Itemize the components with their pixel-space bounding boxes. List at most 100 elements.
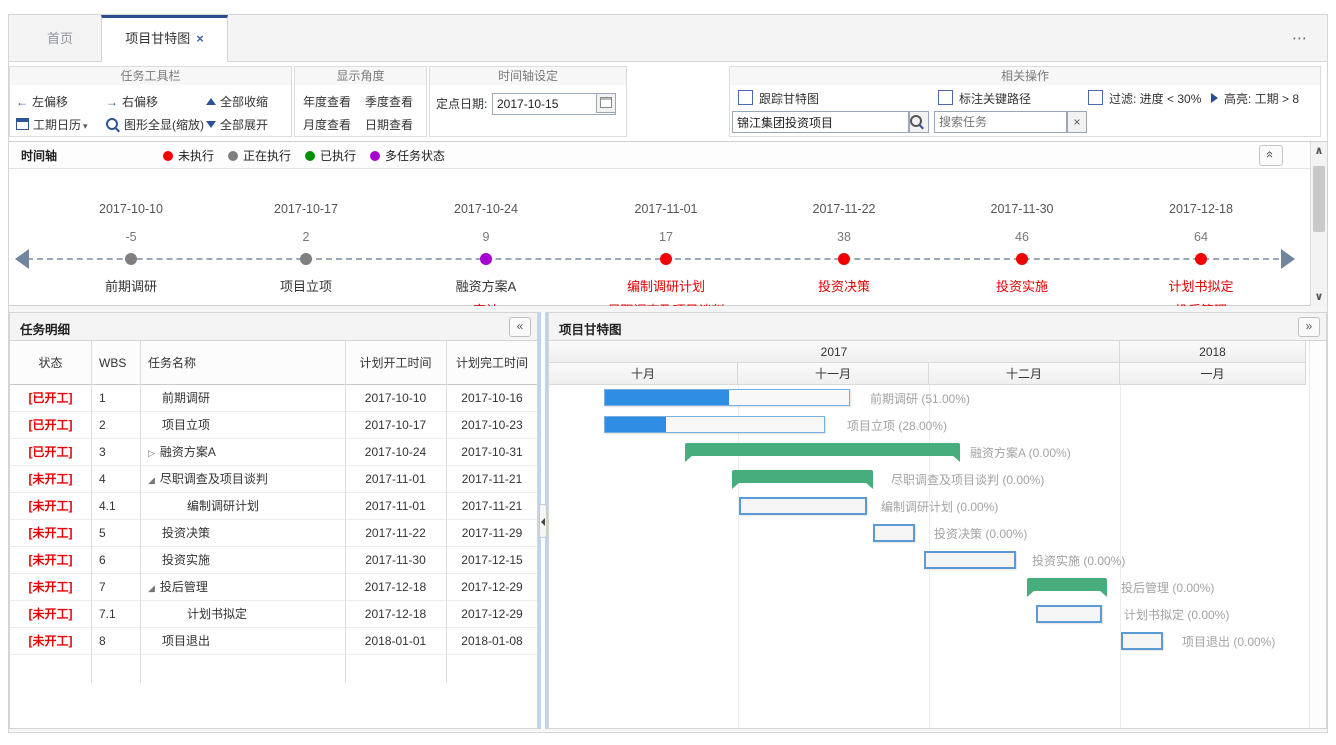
toolbar-group-timeline-setting: 时间轴设定 定点日期: [429,66,627,137]
divider-collapse-handle[interactable] [539,504,547,538]
task-start-date: 2017-10-10 [345,385,446,412]
gantt-bar-empty[interactable] [1036,605,1102,623]
gantt-bar-empty[interactable] [739,497,867,515]
gantt-month-cell[interactable]: 一月 [1120,363,1306,385]
gantt-panel-expand-button[interactable]: » [1298,317,1320,337]
table-row[interactable]: [未开工]5投资决策2017-11-222017-11-29 [10,520,537,547]
timeline-legend: 未执行正在执行已执行多任务状态 [149,147,445,164]
gantt-month-row: 十月十一月十二月一月 [549,363,1306,385]
gantt-bar-summary[interactable] [685,443,960,456]
gantt-month-cell[interactable]: 十二月 [929,363,1120,385]
tree-expanded-icon[interactable]: ◢ [148,583,155,593]
table-row[interactable]: [未开工]4.1编制调研计划2017-11-012017-11-21 [10,493,537,520]
mark-critical-path-checkbox[interactable]: 标注关键路径 [938,89,1031,109]
column-header-4[interactable]: 计划完工时间 [446,341,538,385]
gantt-bar-progress[interactable] [604,389,850,406]
milestone-dot-icon[interactable] [660,253,672,265]
tab-close-icon[interactable]: × [196,31,204,46]
task-search-input[interactable] [935,112,1066,132]
split-divider[interactable] [538,312,548,729]
column-separator [140,385,141,683]
project-search-button[interactable] [909,111,929,133]
task-detail-panel: 任务明细 « 状态WBS任务名称计划开工时间计划完工时间 [已开工]1前期调研2… [9,312,538,729]
column-header-3[interactable]: 计划开工时间 [345,341,446,385]
table-row[interactable]: [未开工]8项目退出2018-01-012018-01-08 [10,628,537,655]
table-row[interactable]: [已开工]3▷融资方案A2017-10-242017-10-31 [10,439,537,466]
task-name: ◢尽职调查及项目谈判 [148,466,345,493]
zoom-fit-button[interactable]: 图形全显(缩放) [106,115,204,135]
milestone-label: 融资方案A [456,276,517,295]
task-end-date: 2017-12-15 [446,547,537,574]
milestone-dot-icon[interactable] [1016,253,1028,265]
milestone-dot-icon[interactable] [300,253,312,265]
timeline-collapse-button[interactable]: « [1259,145,1283,166]
triangle-up-icon [206,98,216,105]
anchor-date-calendar-button[interactable] [596,93,616,113]
tree-expanded-icon[interactable]: ◢ [148,475,155,485]
tab-gantt[interactable]: 项目甘特图× [101,15,228,63]
milestone-dot-icon[interactable] [480,253,492,265]
track-gantt-checkbox[interactable]: 跟踪甘特图 [738,89,819,109]
column-header-2[interactable]: 任务名称 [140,341,345,385]
task-search-clear-button[interactable]: × [1067,111,1087,133]
milestone-dot-icon[interactable] [1195,253,1207,265]
task-end-date: 2018-01-08 [446,628,537,655]
table-row[interactable]: [未开工]7.1计划书拟定2017-12-182017-12-29 [10,601,537,628]
shift-left-button[interactable]: ←左偏移 [16,92,68,112]
table-row[interactable]: [未开工]4◢尽职调查及项目谈判2017-11-012017-11-21 [10,466,537,493]
table-row[interactable]: [未开工]6投资实施2017-11-302017-12-15 [10,547,537,574]
view-year-button[interactable]: 年度查看 [303,92,351,112]
scroll-thumb[interactable] [1313,166,1325,232]
gantt-chart-body: 前期调研 (51.00%)项目立项 (28.00%)融资方案A (0.00%)尽… [549,385,1306,728]
gantt-month-cell[interactable]: 十一月 [738,363,929,385]
task-wbs: 7 [99,574,140,601]
double-chevron-up-icon: « [1262,151,1279,158]
expand-all-button[interactable]: 全部展开 [206,115,268,135]
task-wbs: 8 [99,628,140,655]
view-quarter-button[interactable]: 季度查看 [365,92,413,112]
play-triangle-icon [1211,93,1218,103]
table-row[interactable]: [已开工]2项目立项2017-10-172017-10-23 [10,412,537,439]
checkbox-icon [738,90,753,105]
view-month-button[interactable]: 月度查看 [303,115,351,135]
column-header-1[interactable]: WBS [91,341,140,385]
more-menu-icon[interactable]: ⋯ [1292,29,1309,47]
task-panel-collapse-button[interactable]: « [509,317,531,337]
group-title-view-angle: 显示角度 [295,67,426,85]
gantt-bar-empty[interactable] [873,524,915,542]
milestone-date: 2017-10-24 [454,202,518,216]
tree-collapsed-icon[interactable]: ▷ [148,448,155,458]
checkbox-icon [1088,90,1103,105]
task-detail-title: 任务明细 [20,319,70,338]
shift-right-button[interactable]: →右偏移 [106,92,158,112]
gantt-bar-summary[interactable] [732,470,873,483]
task-table-body: [已开工]1前期调研2017-10-102017-10-16[已开工]2项目立项… [10,385,537,728]
gantt-bar-empty[interactable] [1121,632,1163,650]
milestone-dot-icon[interactable] [838,253,850,265]
duration-calendar-button[interactable]: 工期日历▾ [16,115,88,135]
task-start-date: 2017-11-01 [345,493,446,520]
task-status: [未开工] [10,466,91,493]
column-separator [345,341,346,385]
gantt-month-cell[interactable]: 十月 [549,363,738,385]
milestone-label: 计划书拟定 [1168,276,1233,295]
scroll-up-button[interactable]: ∧ [1311,142,1327,160]
gantt-bar-progress[interactable] [604,416,825,433]
highlight-duration-button[interactable]: 高亮: 工期 > 8 [1211,89,1299,109]
filter-progress-checkbox[interactable]: 过滤: 进度 < 30% [1088,89,1201,109]
collapse-all-button[interactable]: 全部收缩 [206,92,268,112]
task-table-header: 状态WBS任务名称计划开工时间计划完工时间 [10,341,537,385]
scroll-down-button[interactable]: ∨ [1311,288,1327,306]
gantt-bar-summary[interactable] [1027,578,1107,591]
table-row[interactable]: [未开工]7◢投后管理2017-12-182017-12-29 [10,574,537,601]
column-separator [345,385,346,683]
task-start-date: 2017-10-24 [345,439,446,466]
table-row[interactable]: [已开工]1前期调研2017-10-102017-10-16 [10,385,537,412]
project-name-input[interactable] [733,112,908,132]
column-header-0[interactable]: 状态 [10,341,91,385]
legend-label: 正在执行 [243,149,291,163]
milestone-dot-icon[interactable] [125,253,137,265]
tab-home[interactable]: 首页 [19,15,101,62]
gantt-bar-empty[interactable] [924,551,1016,569]
view-day-button[interactable]: 日期查看 [365,115,413,135]
